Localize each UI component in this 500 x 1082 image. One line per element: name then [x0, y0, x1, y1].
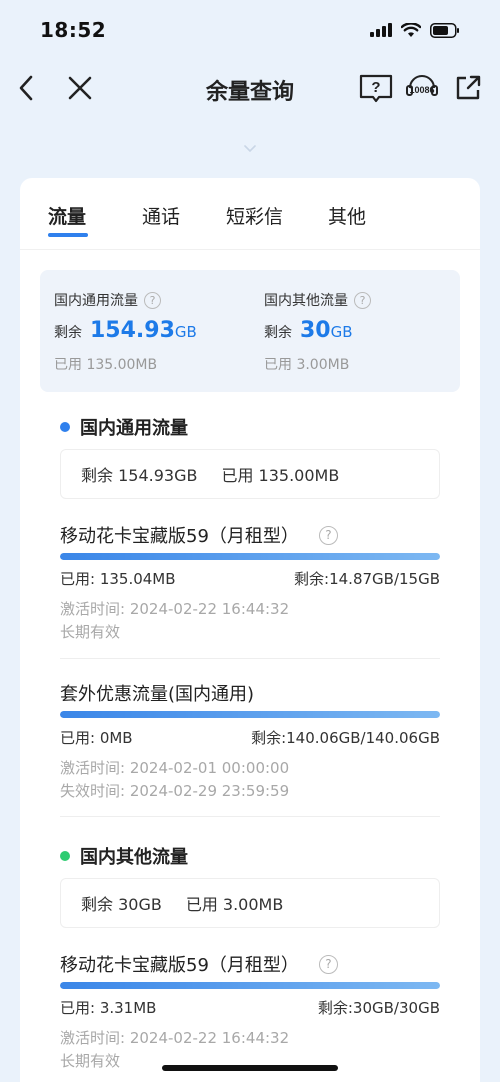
tab-bar: 流量 通话 短彩信 其他	[20, 178, 480, 250]
cellular-signal-icon	[370, 23, 392, 37]
section-used: 已用 135.00MB	[221, 466, 340, 485]
progress-fill	[60, 553, 440, 560]
divider	[60, 816, 440, 817]
customer-service-headset-icon: 10086	[406, 75, 438, 96]
help-circle-icon[interactable]: ?	[144, 291, 161, 309]
share-export-icon	[456, 75, 481, 100]
balance-card: 流量 通话 短彩信 其他 国内通用流量 ? 剩余 154.93GB 已用 135…	[20, 178, 480, 1082]
package-remaining: 剩余:30GB/30GB	[317, 999, 440, 1017]
package-used: 已用: 0MB	[60, 729, 133, 747]
package-usage-row: 已用: 135.04MB 剩余:14.87GB/15GB	[60, 568, 440, 589]
customer-service-button[interactable]: 10086	[404, 72, 440, 104]
remaining-label: 剩余	[54, 325, 82, 341]
summary-other-title: 国内其他流量	[264, 293, 348, 309]
svg-text:?: ?	[371, 79, 380, 96]
section-general-totals: 剩余 154.93GB 已用 135.00MB	[60, 449, 440, 499]
remaining-label: 剩余	[264, 325, 292, 341]
service-number: 10086	[409, 85, 434, 95]
validity: 长期有效	[60, 1052, 121, 1070]
package-used: 已用: 135.04MB	[60, 570, 176, 588]
wifi-icon	[401, 22, 421, 37]
section-used: 已用 3.00MB	[185, 895, 284, 914]
summary-panel: 国内通用流量 ? 剩余 154.93GB 已用 135.00MB 国内其他流量 …	[40, 270, 460, 392]
summary-used: 已用 135.00MB	[54, 357, 158, 373]
package-usage-row: 已用: 3.31MB 剩余:30GB/30GB	[60, 997, 440, 1018]
divider	[60, 658, 440, 659]
package-usage-row: 已用: 0MB 剩余:140.06GB/140.06GB	[60, 727, 440, 748]
activation-time: 激活时间: 2024-02-22 16:44:32	[60, 1029, 290, 1047]
section-remaining: 剩余 154.93GB	[81, 466, 198, 485]
summary-title: 国内通用流量 ?	[54, 290, 161, 310]
validity: 长期有效	[60, 623, 121, 641]
package-name: 移动花卡宝藏版59（月租型）	[60, 955, 299, 976]
package-item-title: 移动花卡宝藏版59（月租型） ?	[60, 951, 338, 977]
active-tab-indicator	[48, 233, 88, 237]
package-remaining: 剩余:140.06GB/140.06GB	[251, 729, 440, 747]
package-name: 移动花卡宝藏版59（月租型）	[60, 526, 299, 547]
status-bar: 18:52	[0, 0, 500, 60]
package-item-title: 套外优惠流量(国内通用)	[60, 680, 254, 706]
nav-bar: 余量查询 ? 10086	[0, 60, 500, 116]
remaining-amount: 30GB	[300, 318, 353, 343]
blue-dot-icon	[60, 422, 70, 432]
expiry-time: 失效时间: 2024-02-29 23:59:59	[60, 782, 290, 800]
package-name: 套外优惠流量(国内通用)	[60, 684, 255, 705]
progress-fill	[60, 982, 440, 989]
activation-time: 激活时间: 2024-02-22 16:44:32	[60, 600, 290, 618]
section-other-totals: 剩余 30GB 已用 3.00MB	[60, 878, 440, 928]
status-time: 18:52	[40, 18, 107, 42]
tab-sms-mms[interactable]: 短彩信	[226, 202, 283, 229]
tab-data[interactable]: 流量	[48, 202, 86, 229]
summary-general-title: 国内通用流量	[54, 293, 138, 309]
section-title: 国内通用流量	[80, 418, 188, 439]
summary-remaining: 剩余 30GB	[264, 318, 353, 343]
help-book-icon: ?	[359, 74, 393, 103]
share-button[interactable]	[452, 72, 484, 104]
remaining-unit: GB	[330, 323, 353, 341]
help-button[interactable]: ?	[358, 72, 394, 104]
summary-remaining: 剩余 154.93GB	[54, 318, 197, 343]
tab-other[interactable]: 其他	[328, 202, 366, 229]
remaining-amount: 154.93GB	[90, 318, 197, 343]
usage-progress-bar	[60, 553, 440, 560]
usage-progress-bar	[60, 982, 440, 989]
tab-calls[interactable]: 通话	[142, 202, 180, 229]
status-icons	[370, 22, 460, 38]
home-indicator[interactable]	[162, 1065, 338, 1071]
section-title: 国内其他流量	[80, 847, 188, 868]
progress-fill	[60, 711, 440, 718]
remaining-value: 154.93	[90, 318, 175, 343]
summary-title: 国内其他流量 ?	[264, 290, 371, 310]
summary-used: 已用 3.00MB	[264, 357, 350, 373]
help-circle-icon[interactable]: ?	[318, 954, 338, 974]
usage-progress-bar	[60, 711, 440, 718]
package-item-title: 移动花卡宝藏版59（月租型） ?	[60, 522, 338, 548]
help-circle-icon[interactable]: ?	[354, 291, 371, 309]
package-used: 已用: 3.31MB	[60, 999, 157, 1017]
green-dot-icon	[60, 851, 70, 861]
help-circle-icon[interactable]: ?	[318, 525, 338, 545]
section-remaining: 剩余 30GB	[81, 895, 162, 914]
battery-icon	[430, 22, 459, 38]
chevron-down-icon	[244, 145, 256, 153]
remaining-value: 30	[300, 318, 331, 343]
section-header-domestic-other: 国内其他流量	[60, 843, 188, 869]
activation-time: 激活时间: 2024-02-01 00:00:00	[60, 759, 290, 777]
remaining-unit: GB	[174, 323, 197, 341]
section-header-domestic-general: 国内通用流量	[60, 414, 188, 440]
package-remaining: 剩余:14.87GB/15GB	[294, 570, 440, 588]
